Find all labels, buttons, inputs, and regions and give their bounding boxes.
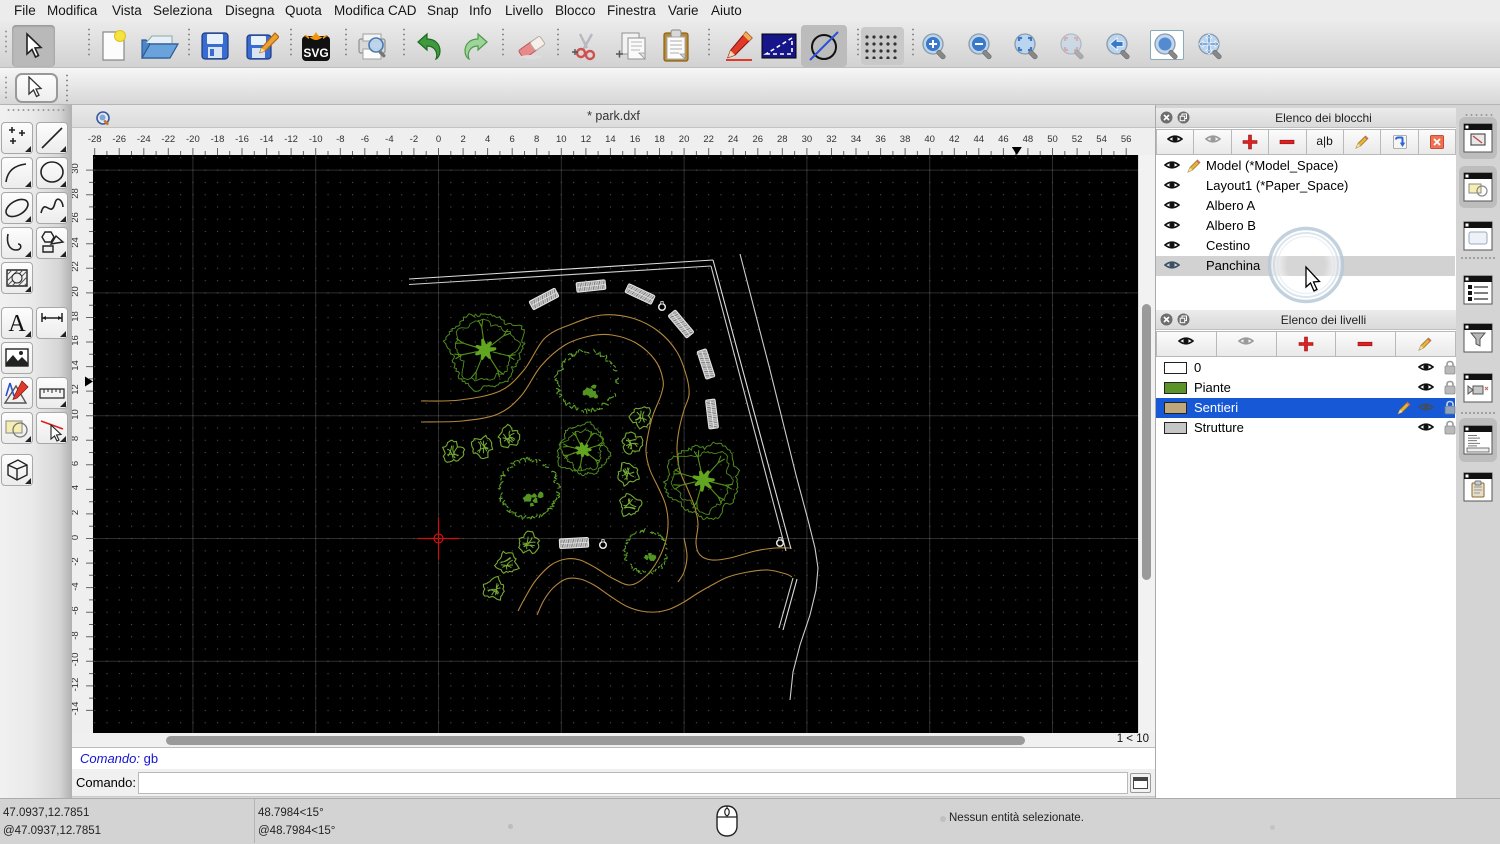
svg-text:A: A bbox=[8, 311, 26, 337]
svg-text:SVG: SVG bbox=[303, 46, 328, 60]
